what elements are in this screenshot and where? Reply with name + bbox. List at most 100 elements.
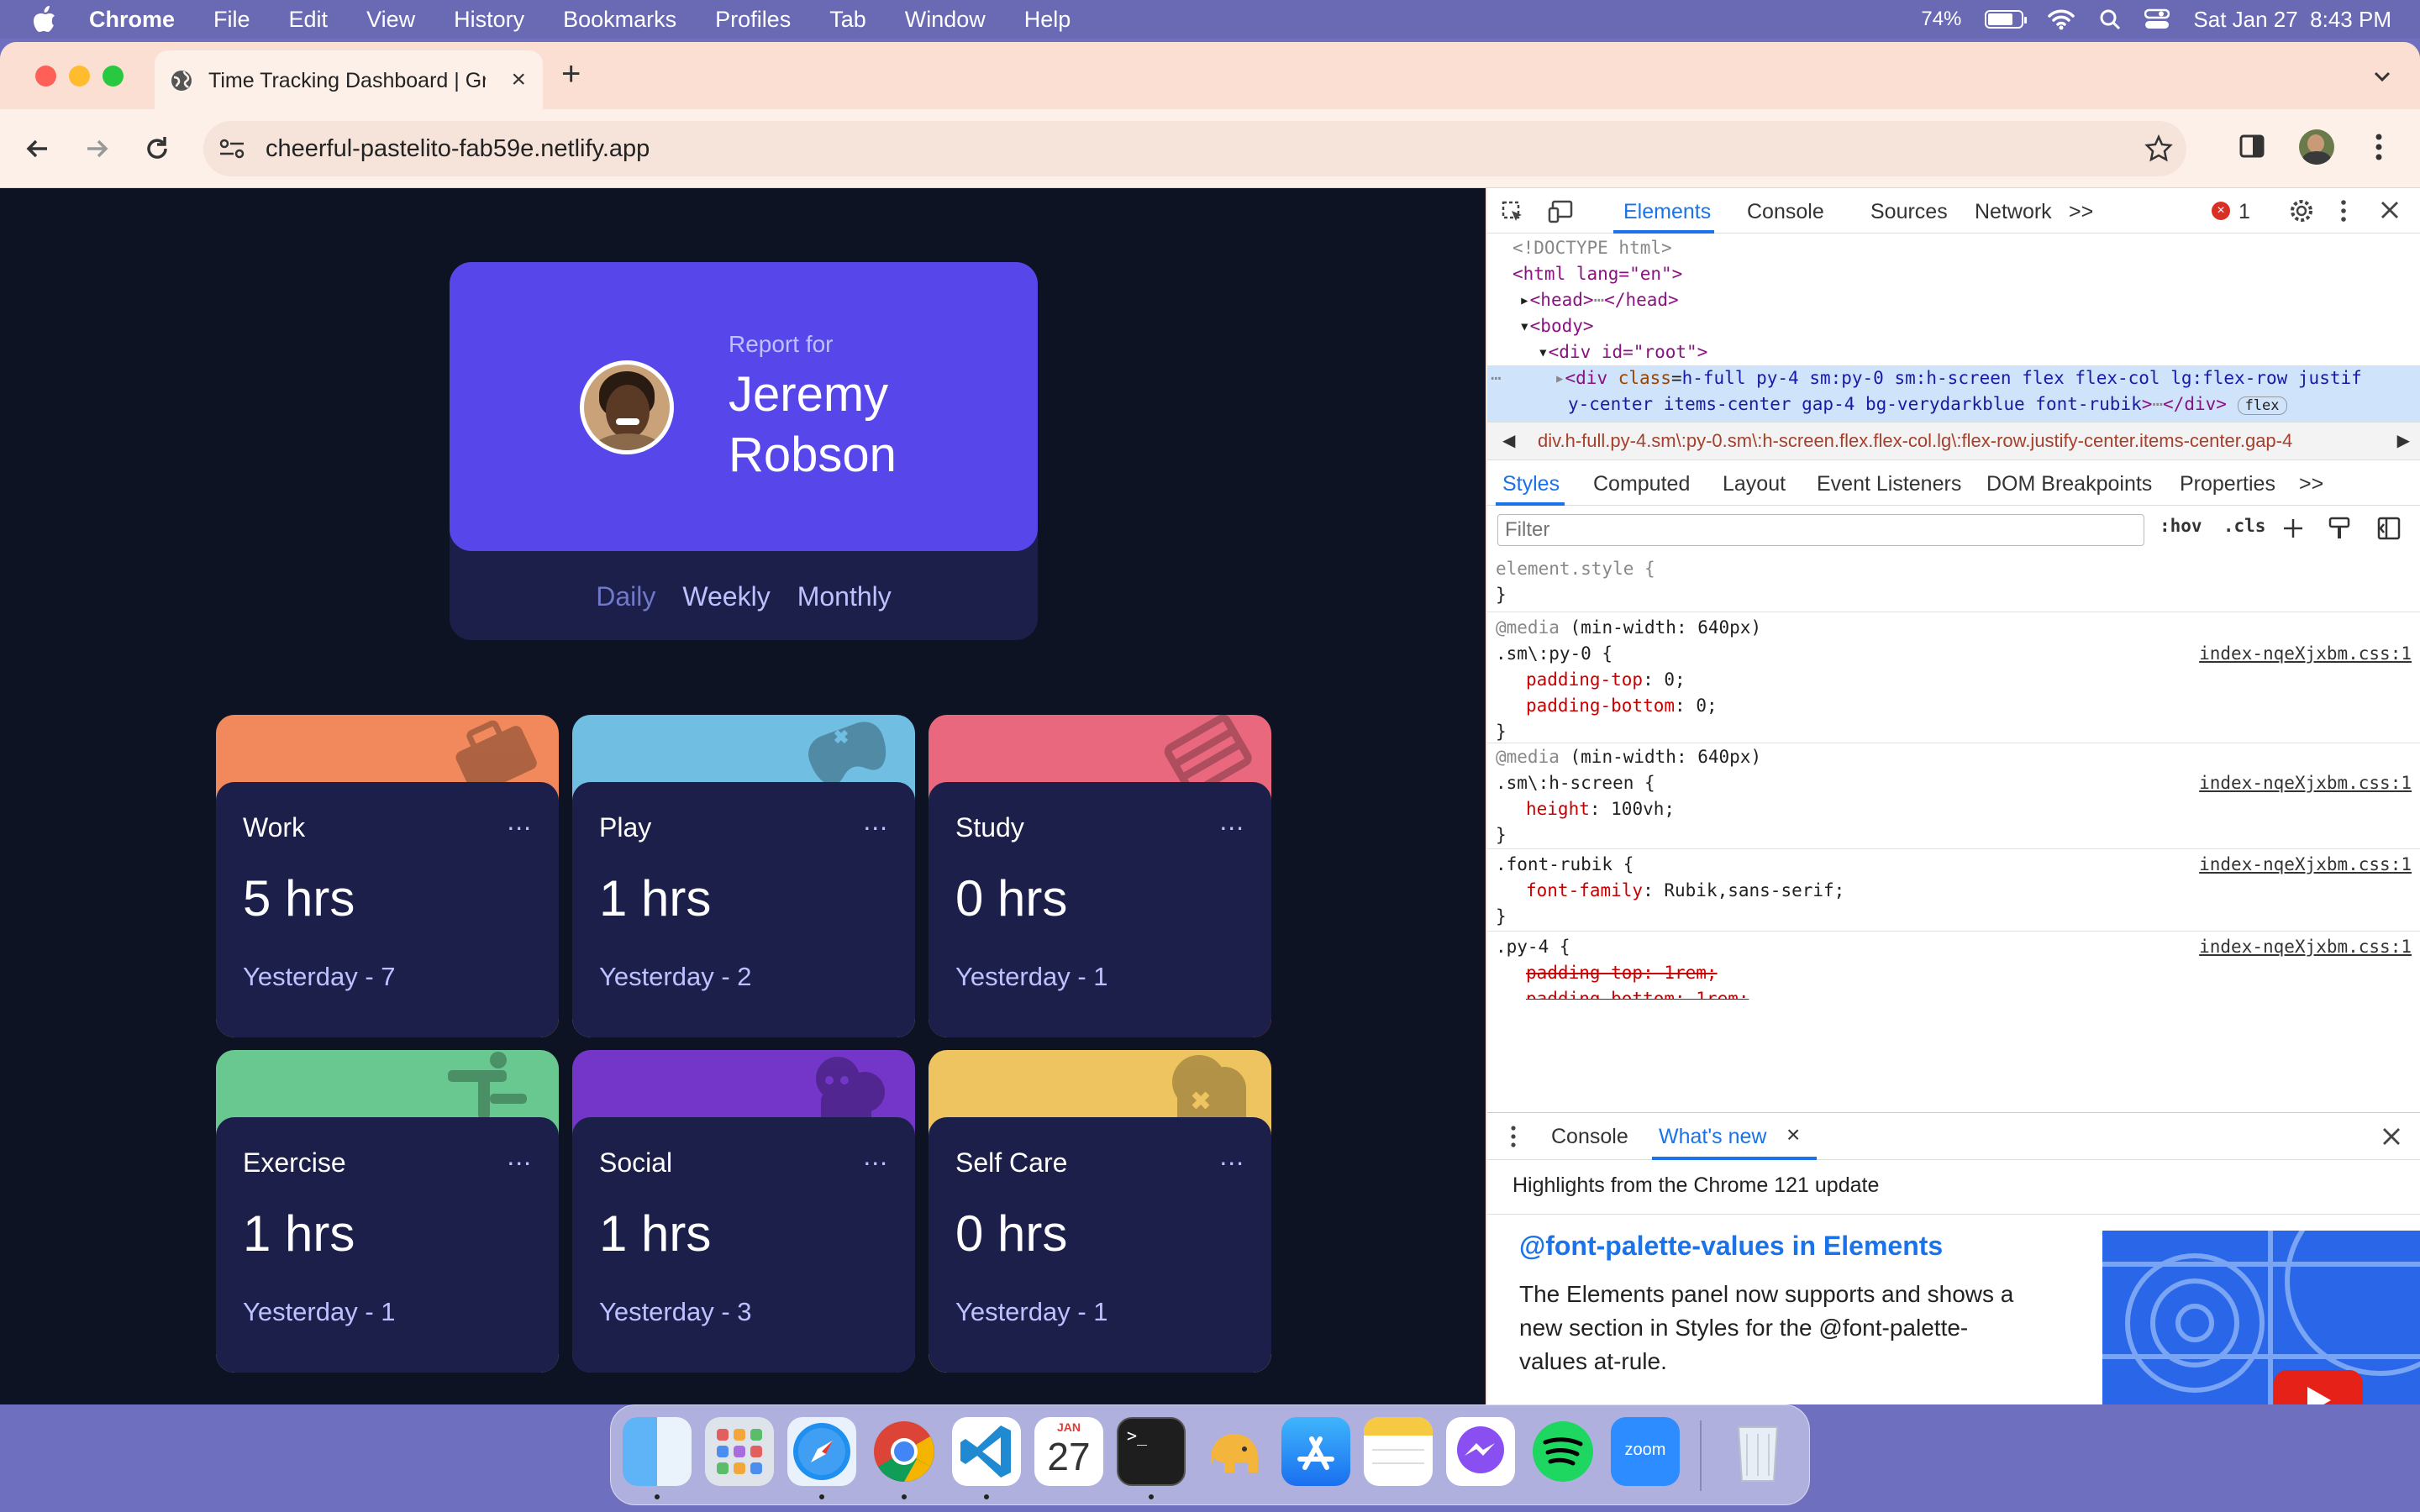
menu-file[interactable]: File — [213, 7, 250, 33]
profile-avatar[interactable] — [2299, 129, 2334, 165]
card-body[interactable]: Self Care ... 0 hrs Yesterday - 1 — [929, 1117, 1271, 1373]
menu-window[interactable]: Window — [905, 7, 986, 33]
app-store-icon[interactable] — [1281, 1417, 1350, 1486]
back-arrow-icon[interactable] — [22, 133, 54, 165]
styles-pane[interactable]: element.style { } @media (min-width: 640… — [1487, 556, 2420, 1000]
control-center-icon[interactable] — [2144, 8, 2170, 30]
breadcrumb[interactable]: div.h-full.py-4.sm\:py-0.sm\:h-screen.fl… — [1487, 422, 2420, 460]
vscode-icon[interactable] — [952, 1417, 1021, 1486]
breadcrumb-right-arrow-icon[interactable]: ▶ — [2396, 430, 2410, 451]
finder-icon[interactable] — [623, 1417, 692, 1486]
card-menu-dots[interactable]: ... — [507, 1141, 532, 1172]
reload-icon[interactable] — [141, 133, 173, 165]
dom-selected-node[interactable]: ⋯ ▸<div class=h-full py-4 sm:py-0 sm:h-s… — [1487, 365, 2420, 391]
rule-py-4[interactable]: .py-4 { padding-top: 1rem; padding-botto… — [1496, 934, 2412, 1000]
devtools-close-icon[interactable] — [2380, 200, 2400, 220]
subtab-layout[interactable]: Layout — [1723, 472, 1786, 496]
launchpad-icon[interactable] — [705, 1417, 774, 1486]
hov-cls-toggles[interactable]: :hov .cls — [2160, 516, 2265, 536]
inspect-element-icon[interactable] — [1501, 200, 1524, 223]
device-toolbar-icon[interactable] — [1548, 200, 1573, 223]
spotlight-search-icon[interactable] — [2099, 8, 2121, 30]
rule-source-link[interactable]: index-nqeXjxbm.css:1 — [2199, 852, 2412, 878]
dom-body-node[interactable]: ▾<body> — [1487, 313, 2420, 339]
card-body[interactable]: Exercise ... 1 hrs Yesterday - 1 — [216, 1117, 559, 1373]
card-menu-dots[interactable]: ... — [507, 806, 532, 837]
devtools-tab-sources[interactable]: Sources — [1870, 200, 1948, 224]
card-body[interactable]: Play ... 1 hrs Yesterday - 2 — [572, 782, 915, 1037]
browser-tab[interactable]: Time Tracking Dashboard | Gr × — [155, 50, 543, 111]
menubar-clock[interactable]: Sat Jan 27 8:43 PM — [2193, 7, 2391, 33]
window-minimize-button[interactable] — [69, 66, 90, 87]
card-menu-dots[interactable]: ... — [863, 806, 888, 837]
menu-help[interactable]: Help — [1024, 7, 1071, 33]
breadcrumb-left-arrow-icon[interactable]: ◀ — [1502, 430, 1515, 451]
dom-selected-node-cont[interactable]: y-center items-center gap-4 bg-verydarkb… — [1487, 391, 2420, 419]
subtab-dom-breakpoints[interactable]: DOM Breakpoints — [1986, 472, 2152, 496]
subtab-event-listeners[interactable]: Event Listeners — [1817, 472, 1961, 496]
battery-icon[interactable] — [1985, 10, 2028, 29]
chrome-menu-kebab-icon[interactable] — [2373, 131, 2385, 163]
devtools-tab-console[interactable]: Console — [1747, 200, 1824, 224]
rule-source-link[interactable]: index-nqeXjxbm.css:1 — [2199, 934, 2412, 960]
rule-source-link[interactable]: index-nqeXjxbm.css:1 — [2199, 770, 2412, 796]
window-zoom-button[interactable] — [103, 66, 124, 87]
flex-badge[interactable]: flex — [2237, 396, 2287, 415]
chrome-icon[interactable] — [870, 1417, 939, 1486]
side-panel-icon[interactable] — [2238, 133, 2265, 160]
rule-font-rubik[interactable]: .font-rubik { font-family: Rubik,sans-se… — [1496, 852, 2412, 930]
styles-filter-input[interactable] — [1497, 514, 2144, 546]
card-menu-dots[interactable]: ... — [1219, 1141, 1244, 1172]
site-settings-icon[interactable] — [218, 136, 245, 161]
feature-title-link[interactable]: @font-palette-values in Elements — [1519, 1231, 1943, 1262]
tab-close-icon[interactable]: × — [511, 67, 526, 92]
dom-html-node[interactable]: <html lang="en"> — [1487, 261, 2420, 287]
menu-tab[interactable]: Tab — [829, 7, 866, 33]
menu-edit[interactable]: Edit — [289, 7, 329, 33]
menu-history[interactable]: History — [454, 7, 524, 33]
toggle-sidebar-icon[interactable] — [2376, 516, 2402, 541]
card-body[interactable]: Work ... 5 hrs Yesterday - 7 — [216, 782, 559, 1037]
card-body[interactable]: Study ... 0 hrs Yesterday - 1 — [929, 782, 1271, 1037]
period-monthly[interactable]: Monthly — [797, 581, 892, 612]
zoom-app-icon[interactable]: zoom — [1611, 1417, 1680, 1486]
settings-gear-icon[interactable] — [2289, 198, 2314, 223]
card-body[interactable]: Social ... 1 hrs Yesterday - 3 — [572, 1117, 915, 1373]
dom-doctype[interactable]: <!DOCTYPE html> — [1487, 235, 2420, 261]
error-icon[interactable]: × — [2212, 202, 2230, 220]
devtools-kebab-icon[interactable] — [2339, 198, 2348, 223]
drawer-close-icon[interactable] — [2381, 1126, 2402, 1147]
subtab-styles[interactable]: Styles — [1502, 472, 1560, 496]
paint-format-icon[interactable] — [2328, 516, 2351, 541]
tab-search-chevron-icon[interactable] — [2370, 64, 2395, 89]
drawer-kebab-icon[interactable] — [1509, 1125, 1518, 1148]
subtab-computed[interactable]: Computed — [1593, 472, 1690, 496]
new-tab-button[interactable]: + — [561, 57, 581, 91]
new-style-rule-icon[interactable] — [2281, 516, 2306, 541]
subtab-properties[interactable]: Properties — [2180, 472, 2275, 496]
dom-tree[interactable]: <!DOCTYPE html> <html lang="en"> ▸<head>… — [1487, 235, 2420, 428]
wifi-icon[interactable] — [2047, 8, 2075, 30]
menu-bookmarks[interactable]: Bookmarks — [563, 7, 676, 33]
window-close-button[interactable] — [35, 66, 56, 87]
devtools-more-tabs[interactable]: >> — [2069, 200, 2093, 224]
card-menu-dots[interactable]: ... — [1219, 806, 1244, 837]
tableplus-elephant-icon[interactable] — [1199, 1417, 1268, 1486]
terminal-icon[interactable]: >_ — [1117, 1417, 1186, 1486]
devtools-tab-elements[interactable]: Elements — [1623, 200, 1711, 224]
youtube-play-icon[interactable] — [2274, 1370, 2363, 1404]
notes-icon[interactable] — [1364, 1417, 1433, 1486]
drawer-tab-console[interactable]: Console — [1551, 1125, 1628, 1149]
subtab-more[interactable]: >> — [2299, 472, 2323, 496]
safari-icon[interactable] — [787, 1417, 856, 1486]
menu-app-name[interactable]: Chrome — [89, 7, 175, 33]
menu-view[interactable]: View — [366, 7, 415, 33]
rule-sm-h-screen[interactable]: @media (min-width: 640px) .sm\:h-screen … — [1496, 744, 2412, 848]
trash-icon[interactable] — [1723, 1417, 1792, 1486]
forward-arrow-icon[interactable] — [81, 133, 113, 165]
menu-profiles[interactable]: Profiles — [715, 7, 791, 33]
dom-root-node[interactable]: ▾<div id="root"> — [1487, 339, 2420, 365]
period-weekly[interactable]: Weekly — [682, 581, 770, 612]
devtools-tab-network[interactable]: Network — [1975, 200, 2052, 224]
bookmark-star-icon[interactable] — [2144, 134, 2173, 163]
